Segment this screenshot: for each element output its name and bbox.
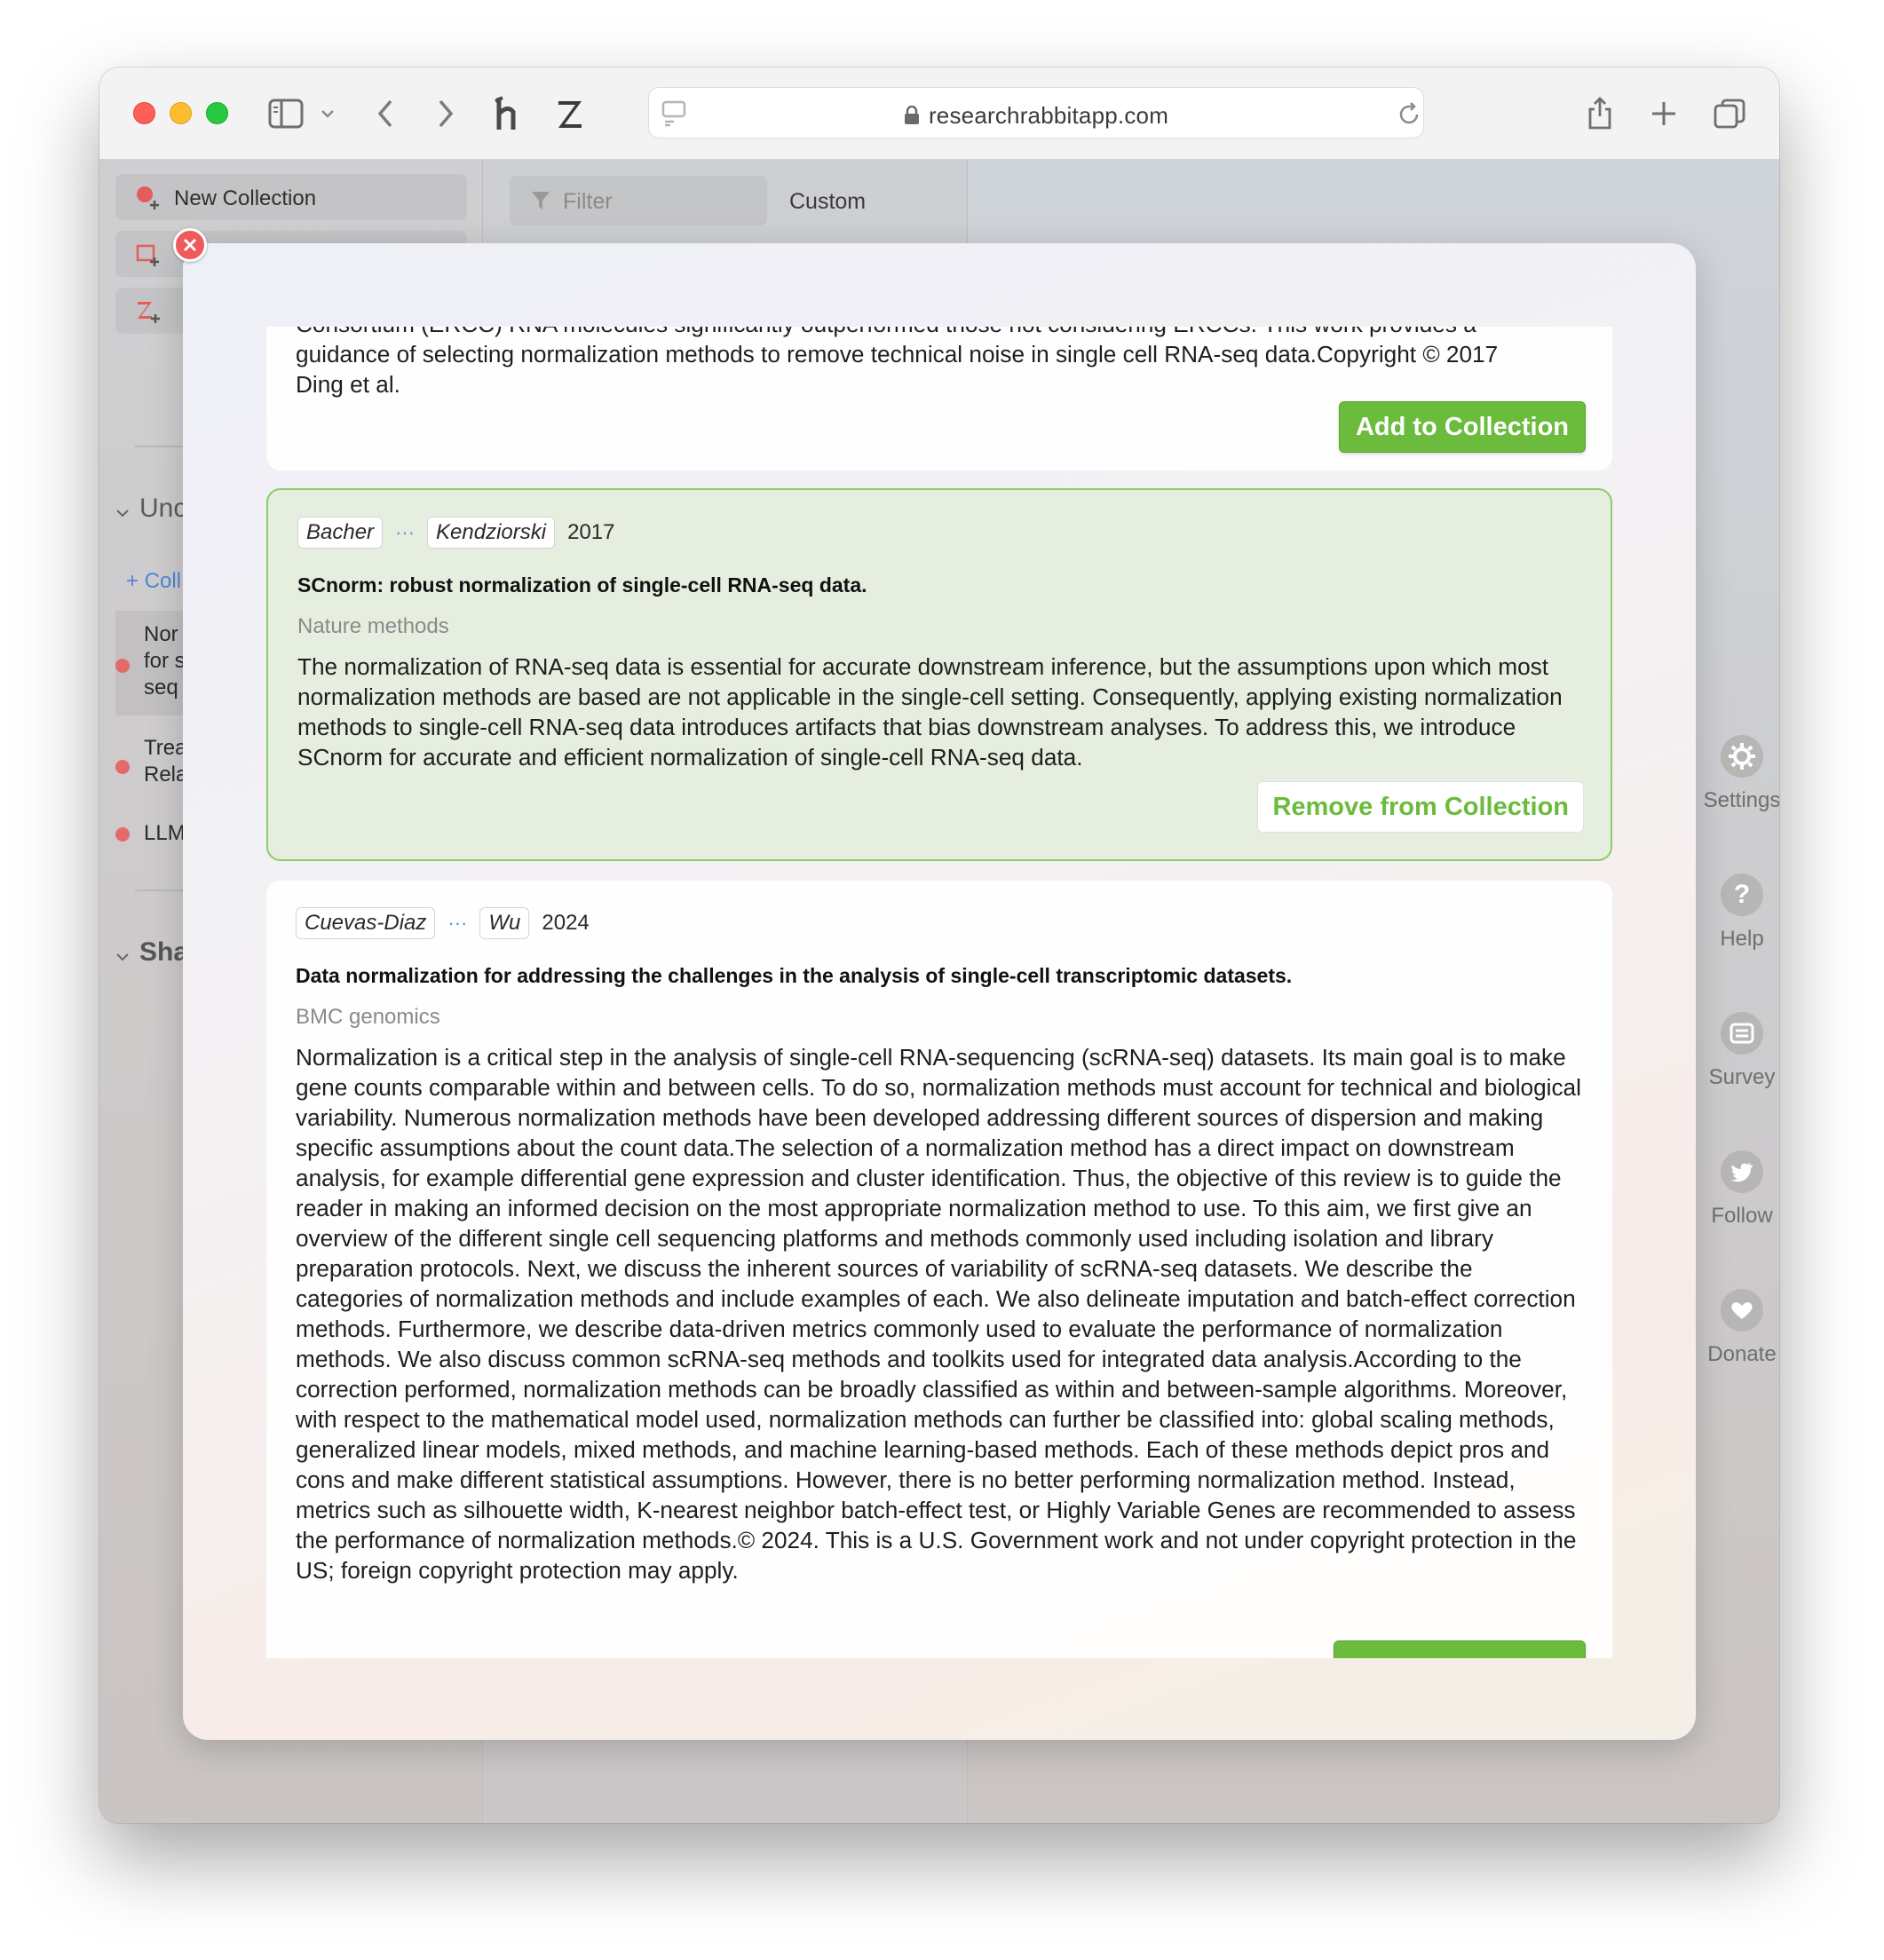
author-chip[interactable]: Wu	[479, 907, 530, 939]
author-list: Bacher ··· Kendziorski 2017	[297, 517, 614, 549]
paper-abstract: guidance of selecting normalization meth…	[296, 341, 1499, 368]
gear-icon	[1721, 735, 1763, 778]
add-to-collection-button[interactable]	[1334, 1640, 1586, 1658]
paper-list-scroll[interactable]: Consortium (ERCC) RNA molecules signific…	[266, 327, 1612, 1658]
collection-name-line: Rela	[144, 763, 188, 786]
url-text: researchrabbitapp.com	[649, 102, 1423, 131]
author-chip[interactable]: Cuevas-Diaz	[296, 907, 436, 939]
collection-name-line: Nor	[144, 622, 178, 646]
new-collection-button[interactable]: New Collection	[115, 174, 467, 220]
import-icon	[135, 241, 162, 268]
sidebar-divider	[135, 889, 185, 891]
share-icon[interactable]	[1575, 89, 1625, 138]
paper-card: Cuevas-Diaz ··· Wu 2024 Data normalizati…	[266, 881, 1612, 1658]
chevron-down-icon[interactable]	[314, 89, 341, 138]
new-collection-icon	[135, 185, 162, 211]
tab-overview-icon[interactable]	[1705, 89, 1754, 138]
reload-icon[interactable]	[1397, 100, 1421, 131]
collection-color-dot	[115, 760, 130, 774]
chevron-down-icon[interactable]	[115, 506, 130, 522]
zotero-icon	[135, 298, 162, 325]
remove-from-collection-button[interactable]: Remove from Collection	[1257, 781, 1584, 833]
add-to-collection-button[interactable]: Add to Collection	[1338, 401, 1586, 453]
donate-nav-item[interactable]: Donate	[1689, 1289, 1779, 1367]
address-bar[interactable]: researchrabbitapp.com	[648, 87, 1424, 138]
add-collection-link[interactable]: + Coll	[126, 568, 181, 595]
collection-name-line: Trea	[144, 736, 187, 760]
section-shared-title[interactable]: Sha	[139, 937, 188, 968]
zotero-extension-icon[interactable]	[545, 89, 595, 138]
author-list: Cuevas-Diaz ··· Wu 2024	[296, 907, 590, 939]
back-icon[interactable]	[360, 89, 410, 138]
paper-abstract: The normalization of RNA-seq data is ess…	[297, 653, 1563, 771]
paper-card: Consortium (ERCC) RNA molecules signific…	[266, 327, 1612, 470]
author-chip[interactable]: Kendziorski	[427, 517, 556, 549]
paper-year: 2024	[542, 911, 590, 935]
filter-placeholder: Filter	[563, 189, 613, 214]
collection-name-line: LLM	[144, 821, 186, 845]
collection-color-dot	[115, 827, 130, 842]
heart-icon	[1721, 1289, 1763, 1332]
section-uncategorized-title[interactable]: Unc	[139, 494, 186, 524]
collection-name-line: seq	[144, 676, 178, 699]
browser-toolbar: researchrabbitapp.com	[99, 67, 1779, 160]
author-chip[interactable]: Bacher	[297, 517, 384, 549]
forward-icon[interactable]	[421, 89, 471, 138]
paper-abstract: Ding et al.	[296, 371, 400, 398]
new-collection-label: New Collection	[174, 186, 317, 210]
survey-icon	[1721, 1012, 1763, 1055]
url-label: researchrabbitapp.com	[928, 102, 1169, 129]
follow-nav-item[interactable]: Follow	[1689, 1150, 1779, 1229]
zoom-window-button[interactable]	[206, 102, 228, 124]
paper-journal: BMC genomics	[296, 1005, 440, 1029]
lock-icon	[904, 104, 920, 131]
new-tab-icon[interactable]	[1639, 89, 1689, 138]
hypothesis-extension-icon[interactable]	[483, 89, 533, 138]
help-icon: ?	[1721, 873, 1763, 916]
settings-label: Settings	[1703, 788, 1779, 812]
help-label: Help	[1720, 927, 1764, 951]
more-authors-button[interactable]: ···	[442, 912, 472, 935]
survey-label: Survey	[1708, 1065, 1776, 1089]
paper-journal: Nature methods	[297, 614, 449, 638]
close-window-button[interactable]	[133, 102, 155, 124]
settings-nav-item[interactable]: Settings	[1689, 735, 1779, 813]
twitter-bird-icon	[1721, 1150, 1763, 1193]
sidebar-toggle-icon[interactable]	[261, 89, 311, 138]
filter-icon	[531, 190, 550, 216]
collection-name-line: for s	[144, 649, 186, 673]
chevron-down-icon[interactable]	[115, 950, 130, 966]
paper-year: 2017	[567, 520, 615, 544]
paper-abstract: Consortium (ERCC) RNA molecules signific…	[296, 327, 1583, 339]
paper-title[interactable]: Data normalization for addressing the ch…	[296, 964, 1292, 988]
survey-nav-item[interactable]: Survey	[1689, 1012, 1779, 1090]
paper-title[interactable]: SCnorm: robust normalization of single-c…	[297, 573, 867, 597]
collection-color-dot	[115, 659, 130, 673]
follow-label: Follow	[1711, 1204, 1773, 1228]
help-nav-item[interactable]: ? Help	[1689, 873, 1779, 952]
minimize-window-button[interactable]	[170, 102, 192, 124]
sidebar-divider	[135, 446, 185, 447]
filter-input[interactable]: Filter	[510, 176, 767, 225]
donate-label: Donate	[1707, 1342, 1777, 1366]
close-modal-button[interactable]	[173, 228, 207, 262]
paper-card: Bacher ··· Kendziorski 2017 SCnorm: robu…	[266, 488, 1612, 861]
paper-list-modal: Consortium (ERCC) RNA molecules signific…	[183, 243, 1696, 1740]
more-authors-button[interactable]: ···	[390, 521, 420, 544]
paper-abstract: Normalization is a critical step in the …	[296, 1044, 1581, 1584]
sort-select[interactable]: Custom	[789, 189, 866, 215]
close-icon	[183, 238, 197, 252]
